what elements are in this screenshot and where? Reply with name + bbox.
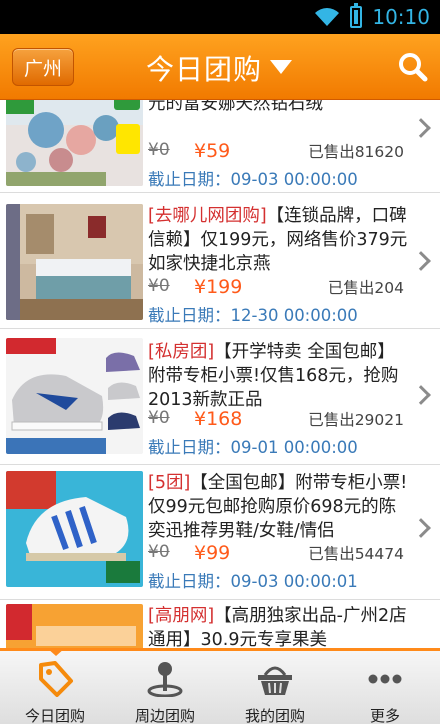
deal-thumbnail — [6, 338, 143, 454]
deal-item[interactable]: [高朋网]【高朋独家出品-广州2店通用】30.9元专享果美 — [0, 600, 440, 648]
tab-label: 周边团购 — [134, 707, 195, 725]
tag-icon — [39, 661, 73, 697]
active-tab-marker — [47, 648, 65, 656]
page-title[interactable]: 今日团购 — [146, 48, 262, 88]
more-dots-icon — [368, 674, 402, 684]
tab-label: 更多 — [369, 707, 400, 725]
deal-price-row: ¥0 ¥99 已售出54474 — [148, 542, 404, 564]
adidas-shoe-image — [6, 471, 143, 587]
deal-description: 无理由退货】仅59元享原价1099元的富安娜天然钻石绒 — [148, 100, 410, 116]
deal-description: [高朋网]【高朋独家出品-广州2店通用】30.9元专享果美 — [148, 604, 410, 648]
deal-price: ¥168 — [194, 408, 243, 430]
chevron-right-icon — [411, 251, 431, 271]
original-price: ¥0 — [148, 542, 170, 562]
city-select-button[interactable]: 广州 — [12, 48, 74, 86]
deal-thumbnail — [6, 100, 143, 186]
tab-more[interactable]: 更多 — [330, 651, 440, 725]
deal-price: ¥199 — [194, 276, 243, 298]
wifi-icon — [315, 8, 340, 26]
deal-item[interactable]: 无理由退货】仅59元享原价1099元的富安娜天然钻石绒 ¥0 ¥59 已售出81… — [0, 100, 440, 193]
status-bar: 10:10 — [0, 0, 440, 34]
deal-price: ¥59 — [194, 140, 231, 162]
deal-deadline: 截止日期：09-03 00:00:00 — [148, 170, 358, 189]
deal-price: ¥99 — [194, 542, 231, 564]
deal-list[interactable]: 无理由退货】仅59元享原价1099元的富安娜天然钻石绒 ¥0 ¥59 已售出81… — [0, 100, 440, 648]
sold-count: 已售出81620 — [308, 143, 404, 161]
sneaker-image — [6, 338, 143, 454]
deal-item[interactable]: [私房团]【开学特卖 全国包邮】附带专柜小票!仅售168元，抢购2013新款正品… — [0, 330, 440, 465]
tab-label: 今日团购 — [24, 707, 85, 725]
original-price: ¥0 — [148, 140, 170, 160]
deal-price-row: ¥0 ¥168 已售出29021 — [148, 408, 404, 430]
deal-description: [私房团]【开学特卖 全国包邮】附带专柜小票!仅售168元，抢购2013新款正品 — [148, 340, 410, 412]
chevron-right-icon — [411, 118, 431, 138]
title-dropdown-icon[interactable] — [270, 60, 292, 74]
deal-deadline: 截止日期：09-03 00:00:01 — [148, 572, 358, 591]
deal-deadline: 截止日期：12-30 00:00:00 — [148, 306, 358, 325]
deal-text: 无理由退货】仅59元享原价1099元的富安娜天然钻石绒 — [148, 100, 323, 114]
deal-description: [5团]【全国包邮】附带专柜小票!仅99元包邮抢购原价698元的陈奕迅推荐男鞋/… — [148, 471, 410, 543]
deal-price-row: ¥0 ¥59 已售出81620 — [148, 140, 404, 162]
deal-item-details: ¥0 ¥199 已售出204 截止日期：12-30 00:00:00 — [0, 194, 440, 329]
deal-thumbnail — [6, 471, 143, 587]
battery-icon — [350, 3, 363, 28]
tab-nearby-deals[interactable]: 周边团购 — [110, 651, 220, 725]
map-pin-icon — [147, 662, 183, 697]
search-icon[interactable] — [398, 52, 428, 82]
deal-source-tag: [5团] — [148, 473, 191, 493]
deal-image — [6, 604, 143, 648]
deal-deadline: 截止日期：09-01 00:00:00 — [148, 438, 358, 457]
deal-source-tag: [私房团] — [148, 342, 215, 362]
original-price: ¥0 — [148, 276, 170, 296]
deal-price-row: ¥0 ¥199 已售出204 — [148, 276, 404, 298]
bedding-image — [6, 100, 143, 186]
tab-label: 我的团购 — [244, 707, 305, 725]
title-bar: 广州 今日团购 — [0, 34, 440, 100]
chevron-right-icon — [411, 385, 431, 405]
sold-count: 已售出204 — [327, 279, 404, 297]
deal-thumbnail — [6, 604, 143, 648]
tab-my-deals[interactable]: 我的团购 — [220, 651, 330, 725]
deal-item[interactable]: [5团]【全国包邮】附带专柜小票!仅99元包邮抢购原价698元的陈奕迅推荐男鞋/… — [0, 465, 440, 600]
deal-source-tag: [高朋网] — [148, 606, 215, 626]
bottom-tab-bar: 今日团购 周边团购 我的团购 更多 — [0, 648, 440, 725]
tab-today-deals[interactable]: 今日团购 — [0, 648, 110, 725]
sold-count: 已售出54474 — [308, 545, 404, 563]
chevron-right-icon — [411, 518, 431, 538]
sold-count: 已售出29021 — [308, 411, 404, 429]
original-price: ¥0 — [148, 408, 170, 428]
status-time: 10:10 — [372, 5, 430, 29]
basket-icon — [258, 666, 292, 695]
